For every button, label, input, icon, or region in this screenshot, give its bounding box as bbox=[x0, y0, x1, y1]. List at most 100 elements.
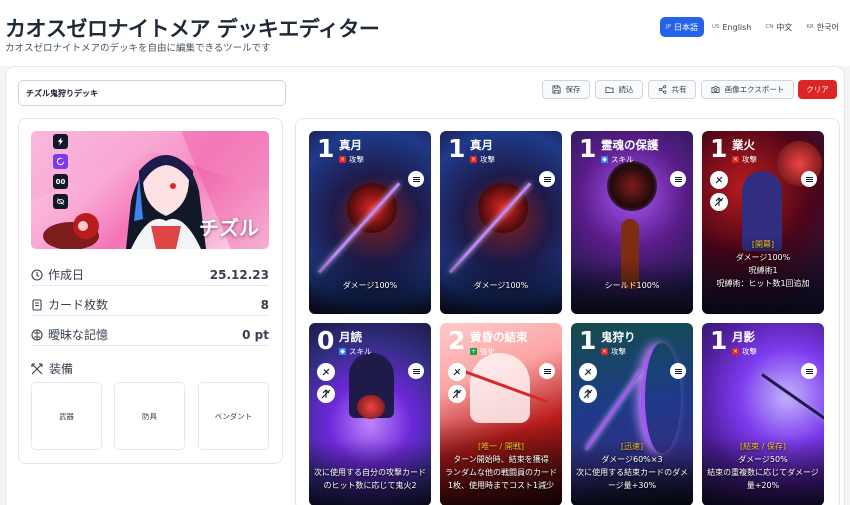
skill-icon: ◆ bbox=[339, 348, 346, 355]
deck-card[interactable]: 2 黄昏の結束 + 強化 [唯一 / 開戦] ターン開始時、結束を獲得 ランダムな… bbox=[440, 323, 562, 505]
card-type: スキル bbox=[611, 155, 634, 164]
card-menu-button[interactable] bbox=[670, 171, 686, 187]
moon-icon bbox=[53, 154, 68, 169]
card-description: ダメージ100% bbox=[342, 281, 398, 290]
stat-card-count-label: カード枚数 bbox=[48, 298, 109, 312]
attack-icon: × bbox=[339, 156, 346, 163]
no-seal-badge[interactable] bbox=[579, 363, 597, 381]
no-pierce-badge[interactable] bbox=[317, 385, 335, 403]
card-cost: 1 bbox=[710, 134, 728, 163]
card-tag: [唯一 / 開戦] bbox=[477, 442, 525, 451]
no-seal-badge[interactable] bbox=[448, 363, 466, 381]
menu-icon bbox=[543, 176, 551, 182]
lang-code: US bbox=[711, 24, 720, 30]
card-menu-button[interactable] bbox=[539, 363, 555, 379]
stat-card-count-value: 8 bbox=[260, 297, 269, 312]
save-icon bbox=[551, 85, 561, 94]
no-seal-badge[interactable] bbox=[317, 363, 335, 381]
character-portrait[interactable]: 00 チズル bbox=[31, 131, 269, 249]
language-switcher: JP 日本語 US English CN 中文 KR 한국어 bbox=[660, 17, 845, 41]
card-name: 月影 bbox=[732, 330, 755, 344]
card-type: スキル bbox=[349, 347, 372, 356]
card-name: 業火 bbox=[732, 138, 755, 152]
lang-button-en[interactable]: US English bbox=[706, 17, 757, 37]
stat-created-label: 作成日 bbox=[48, 268, 85, 282]
deck-card[interactable]: 1 真月 × 攻撃 ダメージ100% bbox=[440, 131, 562, 314]
clear-button[interactable]: クリア bbox=[798, 80, 837, 99]
attack-icon: × bbox=[732, 348, 739, 355]
lang-code: CN bbox=[765, 24, 774, 30]
lang-label: 한국어 bbox=[816, 22, 839, 32]
card-description: ダメージ50% 結束の重複数に応じてダメージ量+20% bbox=[707, 455, 819, 490]
no-pierce-icon bbox=[452, 389, 462, 399]
share-button[interactable]: 共有 bbox=[648, 80, 696, 99]
pendant-slot[interactable]: ペンダント bbox=[198, 382, 269, 450]
no-pierce-badge[interactable] bbox=[710, 193, 728, 211]
equipment-header: 装備 bbox=[31, 360, 73, 377]
lightning-icon bbox=[53, 134, 68, 149]
card-type: 攻撃 bbox=[742, 347, 757, 356]
pendant-slot-label: ペンダント bbox=[214, 411, 253, 421]
stat-card-count: カード枚数 8 bbox=[31, 294, 269, 316]
weapon-slot-label: 武器 bbox=[59, 411, 74, 421]
folder-icon bbox=[604, 86, 614, 94]
card-menu-button[interactable] bbox=[670, 363, 686, 379]
no-pierce-icon bbox=[321, 389, 331, 399]
menu-icon bbox=[412, 368, 420, 374]
card-cost: 1 bbox=[579, 326, 597, 355]
deck-card[interactable]: 0 月読 ◆ スキル 次に使用する自分の攻撃カードのヒット数に応じて鬼火2 bbox=[309, 323, 431, 505]
deck-card[interactable]: 1 業火 × 攻撃 [開幕] ダメージ100% 呪縛術1 呪縛術：ヒット数1回追加 bbox=[702, 131, 824, 314]
deck-card[interactable]: 1 鬼狩り × 攻撃 [迅速] ダメージ60%×3 次に使用する結束カードのダメー… bbox=[571, 323, 693, 505]
card-description: ターン開始時、結束を獲得 ランダムな他の戦闘員のカード1枚、使用時までコスト1減… bbox=[445, 455, 557, 490]
no-pierce-icon bbox=[583, 389, 593, 399]
share-label: 共有 bbox=[671, 85, 687, 94]
card-cost: 1 bbox=[579, 134, 597, 163]
card-description: ダメージ100% 呪縛術1 呪縛術：ヒット数1回追加 bbox=[716, 253, 810, 288]
card-type: 強化 bbox=[480, 347, 495, 356]
armor-slot[interactable]: 防具 bbox=[114, 382, 185, 450]
no-seal-icon bbox=[322, 368, 330, 376]
save-button[interactable]: 保存 bbox=[542, 80, 590, 99]
stat-memory-label: 曖昧な記憶 bbox=[48, 328, 109, 342]
app-header: カオスゼロナイトメア デッキエディター カオスゼロナイトメアのデッキを自由に編集… bbox=[0, 0, 850, 66]
card-tag: [開幕] bbox=[751, 240, 775, 249]
card-menu-button[interactable] bbox=[801, 171, 817, 187]
card-menu-button[interactable] bbox=[801, 363, 817, 379]
stat-created: 作成日 25.12.23 bbox=[31, 264, 269, 286]
lang-code: JP bbox=[666, 24, 671, 30]
eye-off-icon bbox=[53, 194, 68, 209]
lang-button-ko[interactable]: KR 한국어 bbox=[800, 17, 845, 37]
card-tag: [結束 / 保存] bbox=[739, 442, 787, 451]
menu-icon bbox=[805, 176, 813, 182]
lang-label: 日本語 bbox=[673, 22, 698, 32]
deck-card[interactable]: 1 霊魂の保護 ◆ スキル シールド100% bbox=[571, 131, 693, 314]
deck-name-input[interactable] bbox=[18, 80, 286, 106]
stat-created-value: 25.12.23 bbox=[209, 267, 269, 282]
page-subtitle: カオスゼロナイトメアのデッキを自由に編集できるツールです bbox=[5, 43, 271, 54]
card-name: 月読 bbox=[339, 330, 362, 344]
no-pierce-badge[interactable] bbox=[448, 385, 466, 403]
weapon-slot[interactable]: 武器 bbox=[31, 382, 102, 450]
card-name: 真月 bbox=[339, 138, 362, 152]
page-title: カオスゼロナイトメア デッキエディター bbox=[5, 17, 380, 41]
card-description: ダメージ100% bbox=[473, 281, 529, 290]
lang-button-ja[interactable]: JP 日本語 bbox=[660, 17, 704, 37]
card-menu-button[interactable] bbox=[539, 171, 555, 187]
attack-icon: × bbox=[732, 156, 739, 163]
clear-label: クリア bbox=[806, 85, 829, 94]
lang-button-zh[interactable]: CN 中文 bbox=[759, 17, 798, 37]
card-menu-button[interactable] bbox=[408, 363, 424, 379]
stat-memory: 曖昧な記憶 0 pt bbox=[31, 324, 269, 346]
deck-card[interactable]: 1 真月 × 攻撃 ダメージ100% bbox=[309, 131, 431, 314]
deck-card[interactable]: 1 月影 × 攻撃 [結束 / 保存] ダメージ50% 結束の重複数に応じてダメー… bbox=[702, 323, 824, 505]
load-button[interactable]: 読込 bbox=[595, 80, 643, 99]
card-cost: 1 bbox=[710, 326, 728, 355]
cards-icon bbox=[32, 298, 42, 311]
export-image-button[interactable]: 画像エクスポート bbox=[701, 80, 794, 99]
card-tag: [迅速] bbox=[620, 442, 644, 451]
no-pierce-badge[interactable] bbox=[579, 385, 597, 403]
no-seal-badge[interactable] bbox=[710, 171, 728, 189]
attack-icon: × bbox=[470, 156, 477, 163]
card-menu-button[interactable] bbox=[408, 171, 424, 187]
lang-label: English bbox=[722, 22, 752, 32]
